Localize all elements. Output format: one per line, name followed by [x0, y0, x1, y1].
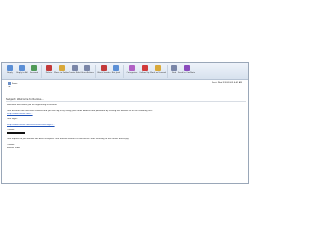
- junk-icon: [113, 65, 119, 71]
- other-actions-button[interactable]: Other Actions: [80, 65, 94, 78]
- ribbon-divider: [123, 65, 124, 78]
- message-ribbon-toolbar: Reply Reply to All Forward Delete Move t…: [2, 63, 248, 80]
- subject-line: Subject: Welcome to Ruckus...: [6, 98, 246, 102]
- unread-icon: [155, 65, 161, 71]
- flag-icon: [141, 65, 148, 71]
- find-icon: [171, 65, 177, 71]
- ribbon-divider: [95, 65, 96, 78]
- ribbon-divider: [167, 65, 168, 78]
- move-to-folder-button[interactable]: Move to Folder: [54, 65, 69, 78]
- folder-icon: [58, 65, 65, 71]
- to-line: To:: [8, 86, 11, 88]
- onenote-icon: [183, 65, 190, 71]
- categorize-button[interactable]: Categorize: [126, 65, 138, 78]
- reply-icon: [7, 65, 13, 71]
- block-sender-button[interactable]: Block Sender: [97, 65, 111, 78]
- forward-icon: [31, 65, 37, 71]
- rule-icon: [71, 65, 78, 71]
- delete-icon: [46, 65, 52, 71]
- reply-all-button[interactable]: Reply to All: [16, 65, 28, 78]
- find-button[interactable]: Find: [170, 65, 178, 78]
- mark-unread-button[interactable]: Mark as Unread: [150, 65, 166, 78]
- closing-team: Ruckus Team: [7, 146, 20, 149]
- create-rule-button[interactable]: Create Rule: [69, 65, 80, 78]
- actions-icon: [84, 65, 90, 71]
- forward-button[interactable]: Forward: [29, 65, 39, 78]
- delete-button[interactable]: Delete: [44, 65, 54, 78]
- reply-all-icon: [19, 65, 25, 71]
- redacted-name: [7, 132, 25, 134]
- email-message-window: Reply Reply to All Forward Delete Move t…: [1, 62, 249, 184]
- message-body: Welcome and thank you for registering at…: [7, 104, 245, 150]
- reply-button[interactable]: Reply: [5, 65, 15, 78]
- send-to-onenote-button[interactable]: Send to OneNote: [178, 65, 195, 78]
- message-header: From: To: Sent: Wed 9/30/2009 4:41 AM: [8, 82, 242, 96]
- follow-up-button[interactable]: Follow Up: [139, 65, 150, 78]
- not-junk-button[interactable]: Not Junk: [111, 65, 121, 78]
- categorize-icon: [129, 65, 135, 71]
- block-icon: [101, 65, 107, 71]
- sender-icon: [8, 82, 11, 85]
- sent-timestamp: Sent: Wed 9/30/2009 4:41 AM: [212, 82, 242, 84]
- ribbon-divider: [41, 65, 42, 78]
